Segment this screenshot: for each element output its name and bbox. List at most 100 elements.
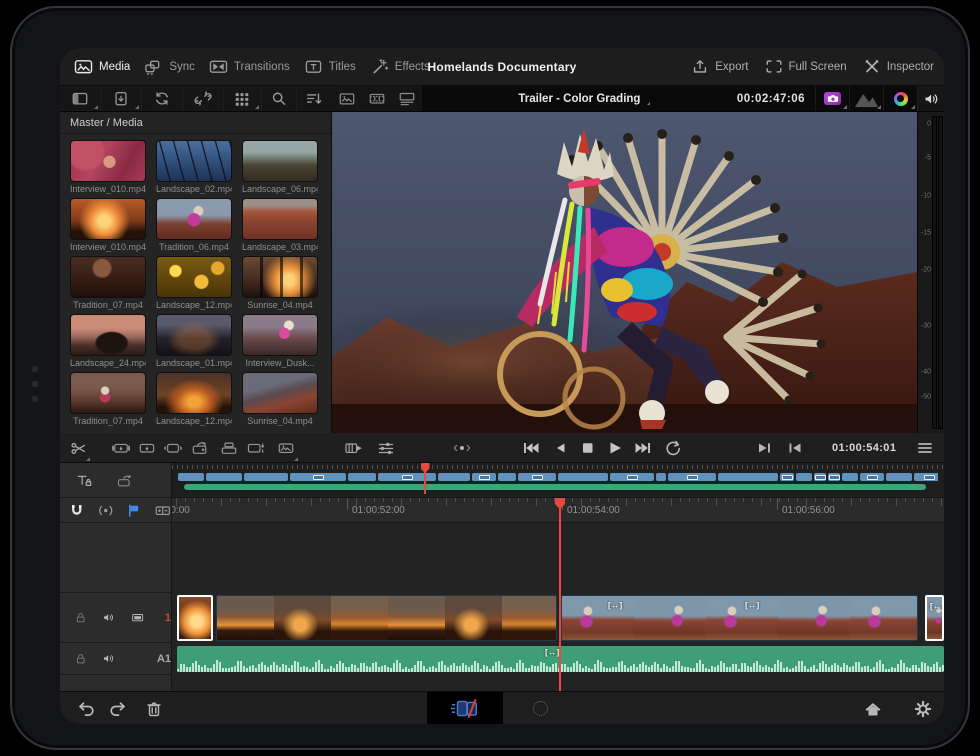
strip-view-button[interactable] <box>392 86 422 111</box>
jog-control[interactable] <box>440 433 484 463</box>
insert-clip-button[interactable] <box>108 433 134 463</box>
timeline-options-button[interactable] <box>910 433 940 463</box>
play-around-button[interactable] <box>752 433 778 463</box>
clip-move-tool-icon[interactable] <box>116 472 134 489</box>
video-track[interactable]: [↔][↔][↔] <box>172 593 944 643</box>
overwrite-clip-button[interactable] <box>134 433 160 463</box>
thumbnail-view-button[interactable] <box>332 86 362 111</box>
grid-view-button[interactable] <box>224 86 261 111</box>
media-clip-thumbnail[interactable] <box>70 256 146 298</box>
color-tools-button[interactable] <box>883 86 917 111</box>
tab-sync[interactable]: Sync <box>144 58 195 75</box>
media-clip[interactable]: Sunrise_04.mp4 <box>242 256 318 310</box>
media-clip[interactable]: Landscape_01.mp4 <box>156 314 232 368</box>
media-clip[interactable]: Tradition_07.mp4 <box>70 372 146 426</box>
loop-button[interactable] <box>660 433 686 463</box>
place-on-top-button[interactable] <box>186 433 214 463</box>
play-button[interactable] <box>602 433 628 463</box>
mute-icon[interactable] <box>102 650 115 667</box>
media-clip-thumbnail[interactable] <box>70 314 146 356</box>
media-clip-thumbnail[interactable] <box>242 256 318 298</box>
media-clip-thumbnail[interactable] <box>242 140 318 182</box>
trim-tool-icon[interactable] <box>76 472 94 489</box>
cut-tool-button[interactable] <box>66 433 92 463</box>
media-clip[interactable]: Interview_010.mp4 <box>70 198 146 252</box>
mixer-button[interactable] <box>372 433 400 463</box>
video-viewer[interactable] <box>332 112 917 433</box>
filmstrip-view-button[interactable] <box>362 86 392 111</box>
scene-detect-button[interactable] <box>849 86 883 111</box>
lock-icon[interactable] <box>74 650 87 667</box>
media-clip-thumbnail[interactable] <box>156 198 232 240</box>
media-clip[interactable]: Landscape_06.mp4 <box>242 140 318 194</box>
video-clip[interactable] <box>216 595 557 641</box>
go-to-start-button[interactable] <box>518 433 544 463</box>
media-clip-thumbnail[interactable] <box>156 256 232 298</box>
media-clip-thumbnail[interactable] <box>156 140 232 182</box>
previous-marker-button[interactable] <box>782 433 808 463</box>
media-clip[interactable]: Landscape_02.mp4 <box>156 140 232 194</box>
tab-media[interactable]: Media <box>74 58 130 75</box>
video-clip[interactable]: [↔] <box>925 595 944 641</box>
media-clip[interactable]: Sunrise_04.mp4 <box>242 372 318 426</box>
media-clip[interactable]: Landscape_24.mp4 <box>70 314 146 368</box>
delete-button[interactable] <box>140 692 168 724</box>
media-clip[interactable]: Landscape_12.mp4 <box>156 372 232 426</box>
audio-monitor-button[interactable] <box>917 86 944 111</box>
marker-range-icon[interactable] <box>97 502 115 519</box>
timeline-content[interactable]: 01:00:50:0001:00:52:0001:00:54:0001:00:5… <box>172 463 944 691</box>
media-clip[interactable]: Interview_Dusk... <box>242 314 318 368</box>
fullscreen-button[interactable]: Full Screen <box>765 58 847 75</box>
media-clip-thumbnail[interactable] <box>70 372 146 414</box>
media-clip[interactable]: Tradition_06.mp4 <box>156 198 232 252</box>
resync-button[interactable] <box>142 86 183 111</box>
lock-icon[interactable] <box>74 609 87 626</box>
append-clip-button[interactable] <box>216 433 242 463</box>
video-clip[interactable]: [↔][↔] <box>561 595 918 641</box>
breadcrumb[interactable]: Master / Media <box>60 112 331 134</box>
flag-icon[interactable] <box>125 502 143 519</box>
media-clip[interactable]: Landscape_12.mp4 <box>156 256 232 310</box>
swap-clip-button[interactable] <box>242 433 270 463</box>
timeline-play-button[interactable] <box>340 433 368 463</box>
still-clip-button[interactable] <box>272 433 300 463</box>
export-button[interactable]: Export <box>691 58 748 75</box>
panel-toggle-button[interactable] <box>60 86 101 111</box>
color-page-button[interactable] <box>525 692 555 724</box>
timeline-minimap[interactable] <box>172 463 944 498</box>
timeline-selector[interactable]: Trailer - Color Grading <box>422 93 737 105</box>
tab-titles[interactable]: Titles <box>304 58 356 75</box>
media-clip-thumbnail[interactable] <box>70 140 146 182</box>
track-enable-icon[interactable] <box>131 609 144 626</box>
search-button[interactable] <box>262 86 297 111</box>
snapping-magnet-icon[interactable] <box>68 502 86 519</box>
media-clip-thumbnail[interactable] <box>156 314 232 356</box>
inspector-button[interactable]: Inspector <box>863 58 934 75</box>
home-button[interactable] <box>858 692 888 724</box>
media-clip-thumbnail[interactable] <box>242 198 318 240</box>
timeline-playhead[interactable] <box>559 498 561 691</box>
media-clip-thumbnail[interactable] <box>156 372 232 414</box>
clip-plus-minus-icon[interactable] <box>154 502 172 519</box>
sort-button[interactable] <box>297 86 332 111</box>
relink-button[interactable] <box>183 86 224 111</box>
video-clip[interactable] <box>177 595 213 641</box>
media-clip-thumbnail[interactable] <box>242 314 318 356</box>
audio-track[interactable]: [↔] <box>172 643 944 675</box>
replace-clip-button[interactable] <box>160 433 186 463</box>
import-media-button[interactable] <box>101 86 142 111</box>
tab-transitions[interactable]: Transitions <box>209 58 290 75</box>
stop-button[interactable] <box>575 433 601 463</box>
mute-icon[interactable] <box>102 609 115 626</box>
media-clip[interactable]: Tradition_07.mp4 <box>70 256 146 310</box>
redo-button[interactable] <box>104 692 132 724</box>
go-to-end-button[interactable] <box>630 433 656 463</box>
step-back-button[interactable] <box>548 433 574 463</box>
minimap-playhead[interactable] <box>424 463 426 494</box>
cut-page-button[interactable] <box>427 692 503 724</box>
media-clip[interactable]: Landscape_03.mp4 <box>242 198 318 252</box>
media-clip[interactable]: Interview_010.mp4 <box>70 140 146 194</box>
undo-button[interactable] <box>72 692 100 724</box>
camera-tool-button[interactable] <box>815 86 849 111</box>
settings-button[interactable] <box>908 692 938 724</box>
